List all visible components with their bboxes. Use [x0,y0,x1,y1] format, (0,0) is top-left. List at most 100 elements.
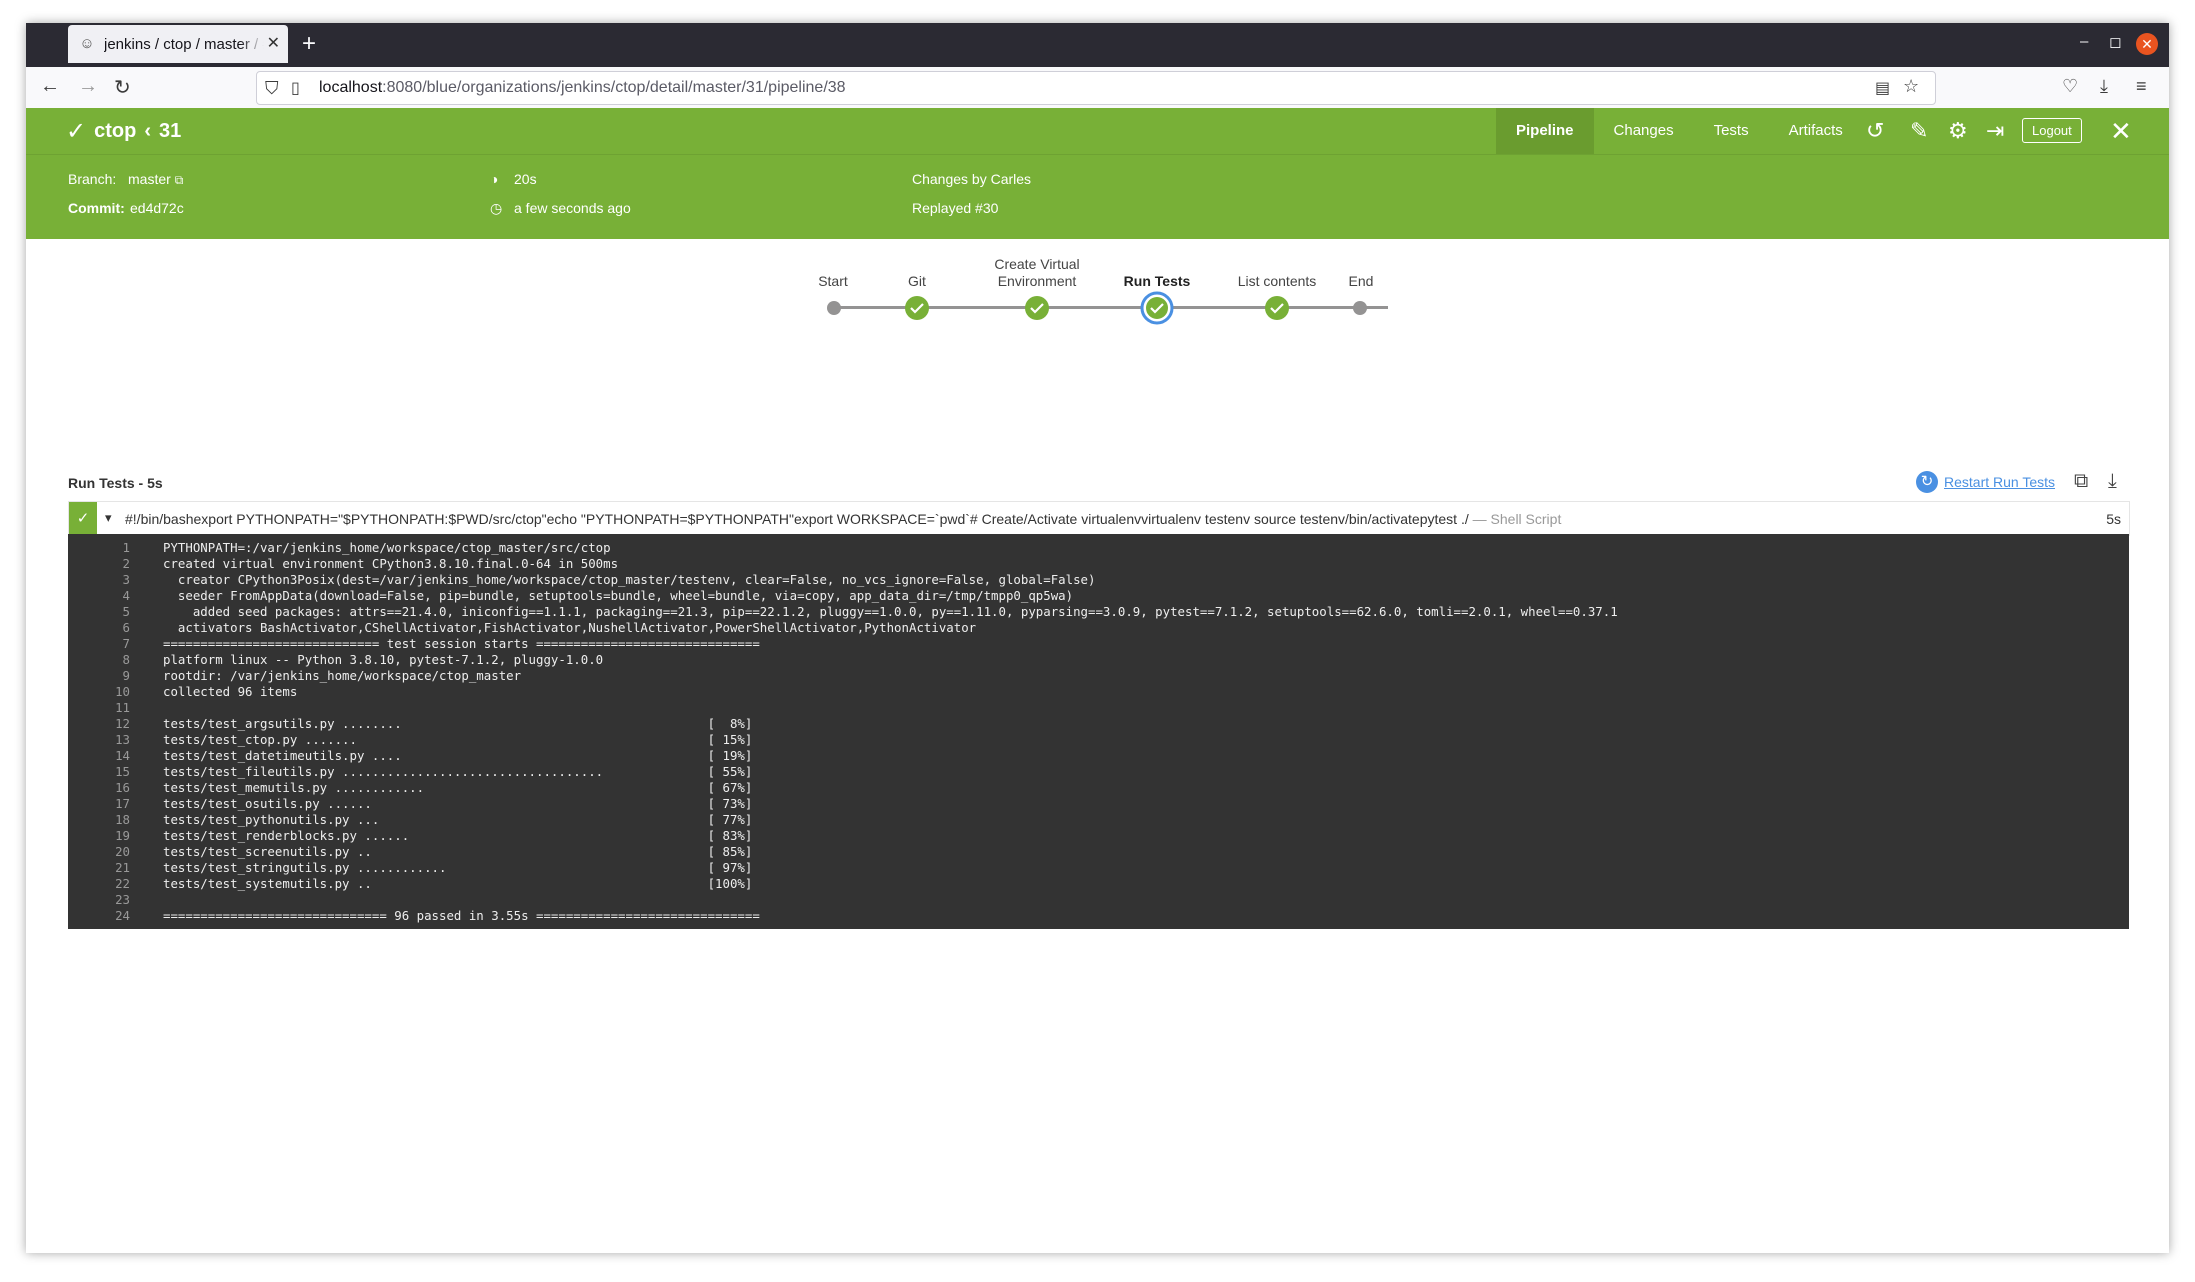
stage-output-title: Run Tests - 5s [68,475,163,491]
console-line: 15 tests/test_fileutils.py ..............… [68,764,2129,780]
back-icon[interactable]: ← [40,75,60,98]
line-text: platform linux -- Python 3.8.10, pytest-… [163,652,604,667]
line-text: created virtual environment CPython3.8.1… [163,556,619,571]
bookmark-star-icon[interactable]: ☆ [1903,76,1919,97]
console-line: 21 tests/test_stringutils.py ............… [68,860,2129,876]
line-number[interactable]: 21 [68,860,130,875]
duration-icon: ◑ [490,171,499,187]
branch-label: Branch: [68,171,117,187]
line-number[interactable]: 12 [68,716,130,731]
line-number[interactable]: 22 [68,876,130,891]
line-number[interactable]: 8 [68,652,130,667]
downloads-icon[interactable]: ⤓ [2100,76,2108,97]
line-number[interactable]: 9 [68,668,130,683]
line-number[interactable]: 4 [68,588,130,603]
line-text: tests/test_memutils.py ............ [ 67… [163,780,753,795]
stage-node-run-tests-selected-icon[interactable] [1140,291,1174,325]
reload-icon[interactable]: ↻ [114,75,131,100]
line-text: collected 96 items [163,684,298,699]
line-number[interactable]: 6 [68,620,130,635]
window-close-icon[interactable]: ✕ [2136,33,2158,55]
page-info-icon[interactable]: ▯ [291,78,300,98]
console-line: 19 tests/test_renderblocks.py ...... [ 83… [68,828,2129,844]
line-text: tests/test_ctop.py ....... [ 15%] [163,732,753,747]
console-line: 6 activators BashActivator,CShellActivat… [68,620,2129,636]
line-number[interactable]: 19 [68,828,130,843]
chevron-down-icon[interactable]: ▾ [105,510,112,526]
menu-icon[interactable]: ≡ [2136,76,2147,97]
commit-label: Commit: [68,200,125,216]
tab-artifacts[interactable]: Artifacts [1769,108,1863,154]
line-number[interactable]: 15 [68,764,130,779]
restart-stage-button[interactable]: ↻ Restart Run Tests [1916,471,2055,493]
line-text: tests/test_fileutils.py ................… [163,764,753,779]
line-number[interactable]: 20 [68,844,130,859]
download-log-icon[interactable]: ⤓ [2108,470,2117,493]
stage-label-end: End [1348,273,1374,289]
stage-node-git-success-icon[interactable] [904,295,930,321]
shield-icon[interactable]: ⛉ [265,78,279,99]
rerun-icon[interactable]: ↺ [1866,118,1884,144]
line-text: tests/test_renderblocks.py ...... [ 83%] [163,828,753,843]
stage-label-run-tests[interactable]: Run Tests [1087,273,1227,290]
settings-gear-icon[interactable]: ⚙ [1948,118,1968,144]
line-number[interactable]: 7 [68,636,130,651]
line-number[interactable]: 16 [68,780,130,795]
maximize-icon[interactable]: ◻ [2109,33,2121,51]
console-line: 23 [68,892,2129,908]
step-title[interactable]: #!/bin/bashexport PYTHONPATH="$PYTHONPAT… [125,511,2025,527]
line-number[interactable]: 3 [68,572,130,587]
stage-node-create-venv-success-icon[interactable] [1024,295,1050,321]
stage-label-git[interactable]: Git [847,273,987,290]
line-number[interactable]: 5 [68,604,130,619]
console-line: 17 tests/test_osutils.py ...... [ 73%] [68,796,2129,812]
step-duration: 5s [2106,511,2121,527]
line-number[interactable]: 13 [68,732,130,747]
line-text: seeder FromAppData(download=False, pip=b… [163,588,1074,603]
line-number[interactable]: 14 [68,748,130,763]
stage-node-list-contents-success-icon[interactable] [1264,295,1290,321]
line-number[interactable]: 2 [68,556,130,571]
line-text: tests/test_screenutils.py .. [ 85%] [163,844,753,859]
clock-icon: ◷ [490,200,503,216]
line-number[interactable]: 23 [68,892,130,907]
forward-icon[interactable]: → [78,75,98,98]
console-line: 18 tests/test_pythonutils.py ... [ 77%] [68,812,2129,828]
stage-label-create-virtual-environment[interactable]: Create Virtual Environment [967,256,1107,290]
restart-stage-link[interactable]: Restart Run Tests [1944,474,2055,490]
line-number[interactable]: 10 [68,684,130,699]
job-name[interactable]: ctop [94,120,136,143]
run-header-top: ✓ ctop ‹ 31 Pipeline Changes Tests Artif… [26,108,2169,155]
console-line: 1 PYTHONPATH=:/var/jenkins_home/workspace… [68,540,2129,556]
open-log-external-icon[interactable]: ⧉ [2074,470,2088,493]
url-text[interactable]: localhost:8080/blue/organizations/jenkin… [319,79,846,97]
restart-icon[interactable]: ↻ [1916,471,1938,493]
commit-value[interactable]: ed4d72c [130,200,184,216]
tab-tests[interactable]: Tests [1694,108,1769,154]
close-run-icon[interactable]: ✕ [2110,116,2132,147]
edit-pencil-icon[interactable]: ✎ [1910,118,1928,144]
replayed-from[interactable]: Replayed #30 [912,200,998,216]
step-row[interactable]: ✓ ▾ #!/bin/bashexport PYTHONPATH="$PYTHO… [68,501,2130,536]
pocket-icon[interactable]: ♡ [2062,76,2078,97]
classic-ui-exit-icon[interactable]: ⇥ [1986,118,2004,144]
branch-value[interactable]: master ⧉ [128,171,183,188]
line-number[interactable]: 1 [68,540,130,555]
line-number[interactable]: 11 [68,700,130,715]
minimize-icon[interactable]: – [2080,33,2088,50]
line-number[interactable]: 18 [68,812,130,827]
console-line: 24 ============================== 96 pass… [68,908,2129,924]
tab-pipeline[interactable]: Pipeline [1496,108,1594,154]
tab-changes[interactable]: Changes [1594,108,1694,154]
logout-button[interactable]: Logout [2022,118,2082,143]
line-number[interactable]: 17 [68,796,130,811]
url-bar[interactable]: ⛉ ▯ localhost:8080/blue/organizations/je… [256,71,1936,105]
new-tab-icon[interactable]: + [302,29,316,59]
reader-view-icon[interactable]: ▤ [1875,78,1890,98]
chevron-left-icon: ‹ [144,120,151,142]
tab-close-icon[interactable]: ✕ [267,33,280,53]
browser-tab[interactable]: ☺ jenkins / ctop / master / #31 ✕ [68,25,288,63]
line-number[interactable]: 24 [68,908,130,923]
console-line: 7 ============================= test sess… [68,636,2129,652]
run-header: ✓ ctop ‹ 31 Pipeline Changes Tests Artif… [26,108,2169,239]
